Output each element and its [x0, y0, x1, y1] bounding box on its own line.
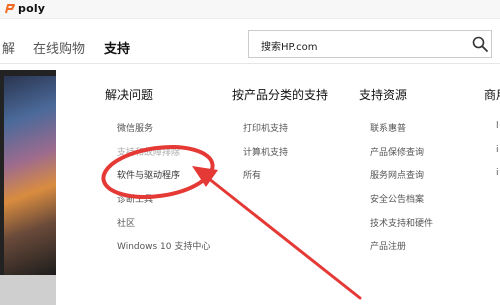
support-dropdown: 解决问题 微信服务 支持和故障排除 软件与驱动程序 诊断工具 社区 Window…	[56, 64, 500, 305]
brand-name: poly	[18, 2, 46, 15]
link-warranty-check[interactable]: 产品保修查询	[370, 145, 424, 158]
link-software-drivers[interactable]: 软件与驱动程序	[117, 168, 180, 181]
link-service-locations[interactable]: 服务网点查询	[370, 168, 424, 181]
link-tech-support-hardware[interactable]: 技术支持和硬件	[370, 216, 433, 229]
link-wechat-service[interactable]: 微信服务	[117, 121, 153, 134]
top-bar: poly	[0, 0, 500, 19]
col-title-troubleshoot: 解决问题	[105, 88, 154, 102]
promo-base	[0, 275, 56, 305]
link-all[interactable]: 所有	[243, 168, 261, 181]
link-security-bulletins[interactable]: 安全公告档案	[370, 192, 424, 205]
link-community[interactable]: 社区	[117, 216, 135, 229]
search-icon[interactable]	[471, 35, 489, 53]
search-input[interactable]: 搜索HP.com	[261, 38, 318, 53]
col-title-business: 商用	[484, 88, 500, 102]
col-title-product-support: 按产品分类的支持	[232, 88, 329, 102]
link-business-partial-2[interactable]: i	[496, 145, 499, 155]
link-product-registration[interactable]: 产品注册	[370, 239, 406, 252]
link-printer-support[interactable]: 打印机支持	[243, 121, 288, 134]
poly-logo[interactable]: poly	[4, 2, 45, 15]
nav-item-partial[interactable]: 解	[2, 38, 15, 57]
search-box[interactable]: 搜索HP.com	[248, 30, 492, 58]
link-contact-hp[interactable]: 联系惠普	[370, 121, 406, 134]
nav-item-shop[interactable]: 在线购物	[33, 38, 85, 57]
link-support-troubleshoot[interactable]: 支持和故障排除	[117, 145, 180, 158]
promo-screen	[4, 76, 56, 276]
poly-logo-icon	[5, 3, 15, 13]
nav-item-support[interactable]: 支持	[104, 38, 130, 57]
col-title-support-resources: 支持资源	[359, 88, 408, 102]
link-windows10-center[interactable]: Windows 10 支持中心	[117, 239, 210, 252]
link-diagnostics[interactable]: 诊断工具	[117, 192, 153, 205]
link-business-partial-3[interactable]: i	[496, 168, 499, 178]
link-computer-support[interactable]: 计算机支持	[243, 145, 288, 158]
link-business-partial-1[interactable]: l	[496, 121, 499, 131]
promo-image	[0, 70, 56, 305]
